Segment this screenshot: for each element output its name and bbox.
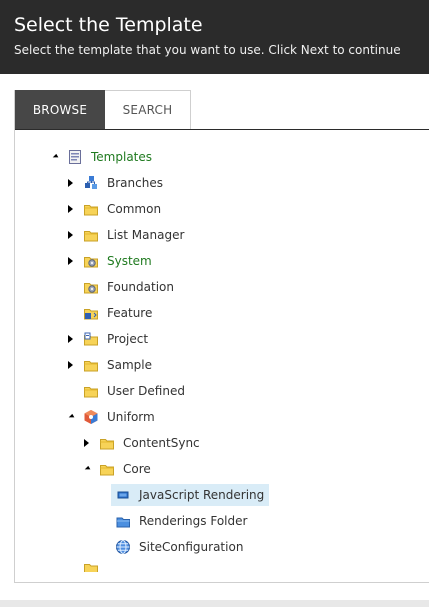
tree-item-label: Feature: [107, 306, 153, 320]
tree-item-label: Common: [107, 202, 162, 216]
tree-item-label: Uniform: [107, 410, 155, 424]
tree-item-label: List Manager: [107, 228, 185, 242]
templates-icon: [67, 149, 83, 165]
tree-item-contentsync[interactable]: ContentSync: [99, 432, 203, 454]
expand-toggle-core[interactable]: [81, 458, 91, 480]
tree-item-label: ContentSync: [123, 436, 200, 450]
tree-item-partial: [83, 560, 104, 572]
tree-item-foundation[interactable]: Foundation: [83, 276, 177, 298]
tree-item-system[interactable]: System: [83, 250, 155, 272]
tree-item-uniform[interactable]: Uniform: [83, 406, 158, 428]
tree-item-label: Core: [123, 462, 151, 476]
folder-icon: [83, 560, 99, 572]
rendering-icon: [115, 487, 131, 503]
dialog-title: Select the Template: [14, 14, 203, 36]
tree-item-label: SiteConfiguration: [139, 540, 244, 554]
tree-item-label: User Defined: [107, 384, 185, 398]
tree-item-sample[interactable]: Sample: [83, 354, 155, 376]
project-folder-icon: [83, 331, 99, 347]
tab-search[interactable]: SEARCH: [105, 90, 191, 129]
tree-item-feature[interactable]: Feature: [83, 302, 155, 324]
folder-icon: [99, 461, 115, 477]
expand-toggle-contentsync[interactable]: [81, 432, 91, 454]
tree-item-label: System: [107, 254, 152, 268]
tree-item-label: JavaScript Rendering: [139, 488, 265, 502]
tree-item-user-defined[interactable]: User Defined: [83, 380, 188, 402]
dialog-footer: [0, 600, 429, 607]
globe-icon: [115, 539, 131, 555]
tree-item-siteconfiguration[interactable]: SiteConfiguration: [115, 536, 246, 558]
template-tree: Templates Branches Common List Manager S…: [15, 130, 429, 582]
expand-toggle-sample[interactable]: [65, 354, 75, 376]
folder-icon: [99, 435, 115, 451]
tree-item-label: Templates: [91, 150, 153, 164]
folder-icon: [83, 357, 99, 373]
expand-toggle-branches[interactable]: [65, 172, 75, 194]
dialog-header: Select the Template Select the template …: [0, 0, 429, 74]
tree-item-list-manager[interactable]: List Manager: [83, 224, 187, 246]
expand-toggle-project[interactable]: [65, 328, 75, 350]
tree-item-label: Sample: [107, 358, 152, 372]
tree-item-templates[interactable]: Templates: [67, 146, 155, 168]
tree-item-common[interactable]: Common: [83, 198, 164, 220]
system-folder-icon: [83, 253, 99, 269]
branches-icon: [83, 175, 99, 191]
system-folder-icon: [83, 279, 99, 295]
folder-icon: [83, 383, 99, 399]
tree-item-project[interactable]: Project: [83, 328, 151, 350]
tree-item-branches[interactable]: Branches: [83, 172, 166, 194]
tab-browse[interactable]: BROWSE: [15, 90, 105, 129]
expand-toggle-system[interactable]: [65, 250, 75, 272]
uniform-icon: [83, 409, 99, 425]
tree-item-label: Renderings Folder: [139, 514, 248, 528]
tree-item-renderings-folder[interactable]: Renderings Folder: [115, 510, 250, 532]
tree-item-label: Foundation: [107, 280, 174, 294]
expand-toggle-list-manager[interactable]: [65, 224, 75, 246]
feature-folder-icon: [83, 305, 99, 321]
folder-icon: [83, 201, 99, 217]
tree-item-label: Project: [107, 332, 149, 346]
expand-toggle-templates[interactable]: [49, 146, 59, 168]
renderings-folder-icon: [115, 513, 131, 529]
folder-icon: [83, 227, 99, 243]
dialog-subtitle: Select the template that you want to use…: [14, 43, 401, 57]
template-browser-panel: BROWSE SEARCH Templates Branches Common: [14, 90, 429, 583]
tree-item-core[interactable]: Core: [99, 458, 154, 480]
tree-item-javascript-rendering[interactable]: JavaScript Rendering: [111, 484, 270, 506]
expand-toggle-common[interactable]: [65, 198, 75, 220]
expand-toggle-uniform[interactable]: [65, 406, 75, 428]
tree-item-label: Branches: [107, 176, 163, 190]
